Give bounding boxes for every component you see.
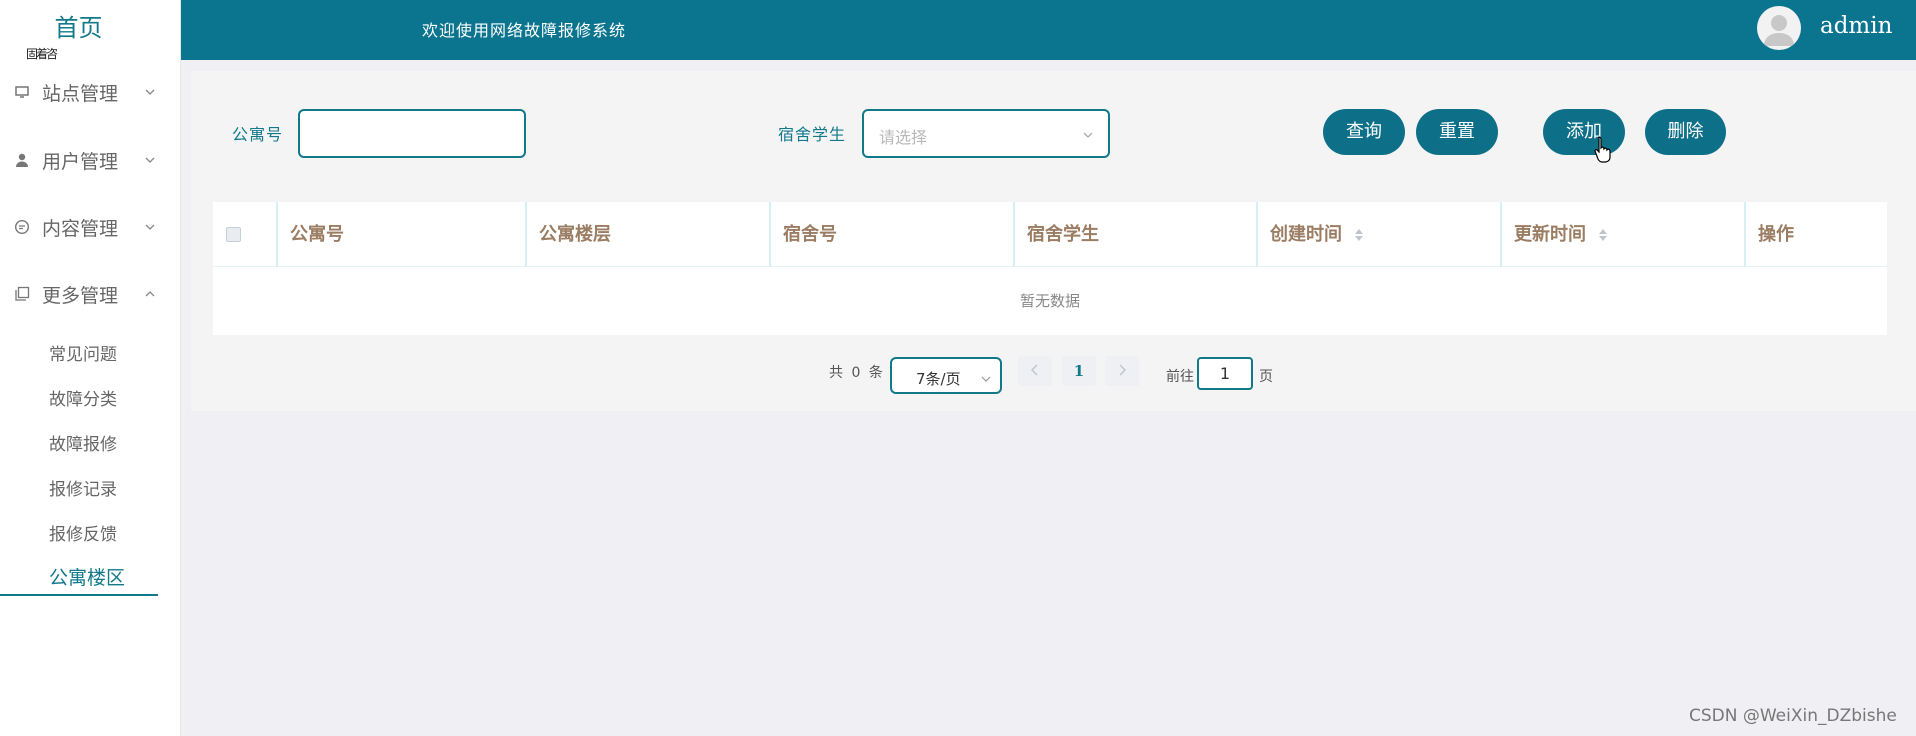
sidebar-item-fault-category[interactable]: 故障分类 (49, 385, 117, 410)
hand-cursor-icon (1594, 136, 1611, 163)
select-placeholder: 请选择 (879, 128, 928, 147)
sort-icon[interactable] (1598, 228, 1608, 242)
table-header: 公寓号 公寓楼层 宿舍号 宿舍学生 创建时间 更新时间 操作 (213, 202, 1887, 267)
username[interactable]: admin (1820, 13, 1892, 39)
home-link[interactable]: 首页 (0, 8, 157, 43)
nav-group-label: 更多管理 (42, 284, 119, 307)
column-header: 公寓楼层 (525, 202, 769, 267)
current-page: 1 (1073, 362, 1085, 380)
column-header: 宿舍学生 (1013, 202, 1256, 267)
goto-page-input[interactable]: 1 (1197, 357, 1253, 390)
apartment-input[interactable] (298, 109, 526, 158)
chat-icon (14, 219, 30, 235)
monitor-icon (15, 86, 29, 98)
student-select[interactable]: 请选择 (862, 109, 1110, 158)
top-header: 欢迎使用网络故障报修系统 admin (181, 0, 1916, 60)
chevron-right-icon (1119, 364, 1126, 376)
column-header-label: 创建时间 (1270, 224, 1342, 245)
empty-text: 暂无数据 (1019, 292, 1080, 310)
apartment-label: 公寓号 (232, 125, 284, 144)
reset-button[interactable]: 重置 (1416, 109, 1498, 155)
column-header-sortable[interactable]: 更新时间 (1500, 202, 1744, 267)
sidebar-item-repair-record[interactable]: 报修记录 (49, 475, 117, 500)
sidebar-item-fault-report[interactable]: 故障报修 (49, 430, 117, 455)
sidebar-item-apartment[interactable]: 公寓楼区 (49, 563, 125, 590)
nav-group-user[interactable]: 用户管理 (0, 140, 181, 180)
column-header-label: 更新时间 (1514, 224, 1586, 245)
nav-group-label: 内容管理 (42, 217, 119, 240)
page-size-select[interactable]: 7条/页 (890, 357, 1002, 394)
next-page-button[interactable] (1105, 356, 1139, 386)
column-header: 公寓号 (276, 202, 525, 267)
chevron-down-icon (145, 89, 155, 95)
chevron-down-icon (145, 157, 155, 163)
prev-page-button[interactable] (1018, 356, 1052, 386)
chevron-down-icon (1083, 132, 1093, 138)
watermark: CSDN @WeiXin_DZbishe (1689, 706, 1897, 726)
chevron-down-icon (981, 376, 991, 382)
column-header: 操作 (1744, 202, 1887, 267)
nav-group-site[interactable]: 站点管理 (0, 72, 181, 112)
sidebar-item-repair-feedback[interactable]: 报修反馈 (49, 520, 117, 545)
column-header: 宿舍号 (769, 202, 1013, 267)
page-suffix: 页 (1259, 369, 1273, 385)
query-button[interactable]: 查询 (1323, 109, 1405, 155)
chevron-down-icon (145, 224, 155, 230)
sidebar: 首页 固着咨 站点管理 用户管理 内容管理 更多管理 常见问题 故障分类 故障报… (0, 0, 181, 736)
sort-icon[interactable] (1354, 228, 1364, 242)
chevron-up-icon (145, 291, 155, 297)
avatar-user-icon (1764, 15, 1794, 46)
column-header-sortable[interactable]: 创建时间 (1256, 202, 1500, 267)
goto-label: 前往 (1166, 369, 1194, 385)
pagination-total: 共 0 条 (829, 365, 885, 381)
avatar[interactable] (1757, 6, 1801, 50)
nav-group-label: 用户管理 (42, 150, 119, 173)
nav-group-label: 站点管理 (42, 82, 119, 105)
nav-group-content[interactable]: 内容管理 (0, 207, 181, 247)
page-size-value: 7条/页 (916, 370, 961, 388)
page-number-button[interactable]: 1 (1062, 356, 1096, 386)
nav-group-more[interactable]: 更多管理 (0, 274, 181, 314)
active-indicator (0, 594, 158, 596)
select-all-checkbox[interactable] (226, 227, 241, 242)
data-table: 公寓号 公寓楼层 宿舍号 宿舍学生 创建时间 更新时间 操作 暂无数据 (213, 202, 1887, 335)
copy-icon (15, 286, 30, 301)
sidebar-subtitle: 固着咨 (26, 47, 58, 61)
delete-button[interactable]: 删除 (1645, 109, 1726, 155)
student-label: 宿舍学生 (778, 125, 847, 144)
sidebar-item-faq[interactable]: 常见问题 (49, 340, 117, 365)
user-icon (16, 153, 28, 167)
welcome-text: 欢迎使用网络故障报修系统 (422, 21, 627, 40)
select-all-cell (213, 202, 276, 267)
chevron-left-icon (1031, 364, 1038, 376)
